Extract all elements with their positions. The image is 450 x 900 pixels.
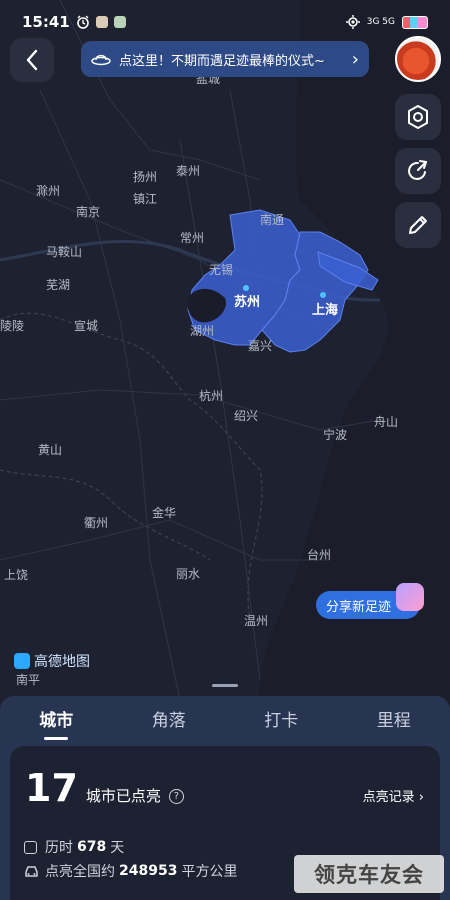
help-icon[interactable]: ? <box>168 789 184 804</box>
share-button[interactable] <box>395 148 441 194</box>
city-label: 镇江 <box>133 192 158 206</box>
amap-logo: 高德地图 <box>14 651 90 671</box>
duration-value: 678 <box>77 839 107 855</box>
area-value: 248953 <box>119 863 178 879</box>
lit-city-label: 上海 <box>312 303 339 318</box>
city-count: 17 <box>25 766 78 810</box>
city-label: 陵陵 <box>0 319 25 333</box>
back-button[interactable] <box>10 38 54 82</box>
city-label: 常州 <box>180 231 205 245</box>
city-label: 马鞍山 <box>46 245 83 259</box>
location-icon <box>345 15 360 29</box>
city-label: 绍兴 <box>234 409 259 423</box>
chevron-left-icon <box>26 49 38 71</box>
banner-text: 点这里！不期而遇足迹最棒的仪式~ <box>119 53 325 69</box>
duration-prefix: 历时 <box>45 840 73 856</box>
city-label: 丽水 <box>176 567 201 581</box>
checkbox-icon <box>24 840 37 854</box>
city-label: 宣城 <box>74 319 99 333</box>
city-label: 温州 <box>244 614 269 628</box>
edit-button[interactable] <box>395 202 441 248</box>
city-label: 宁波 <box>323 428 348 442</box>
area-unit: 平方公里 <box>181 864 238 880</box>
city-label: 芜湖 <box>46 278 71 292</box>
notification-icon <box>113 16 126 28</box>
duration-unit: 天 <box>110 840 125 856</box>
city-label: 无锡 <box>209 263 234 277</box>
city-label: 滁州 <box>36 184 61 198</box>
amap-logo-text: 高德地图 <box>34 654 90 670</box>
city-label: 泰州 <box>176 164 201 178</box>
duration-stat: 历时 678 天 <box>24 837 124 857</box>
gear-icon <box>408 105 428 129</box>
network-indicator: 3G 5G <box>366 17 395 27</box>
city-label: 舟山 <box>374 415 399 429</box>
tab-cities[interactable]: 城市 <box>0 696 113 746</box>
city-label: 南通 <box>260 213 285 227</box>
city-label: 上饶 <box>4 568 29 582</box>
city-label: 杭州 <box>199 389 224 403</box>
share-icon <box>408 160 427 180</box>
share-footprint-button[interactable]: 分享新足迹 <box>316 583 424 619</box>
avatar[interactable] <box>395 36 441 82</box>
city-count-label: 城市已点亮 <box>85 787 161 805</box>
promo-banner[interactable]: 点这里！不期而遇足迹最棒的仪式~ › <box>81 41 369 77</box>
light-record-link[interactable]: 点亮记录 › <box>363 786 424 805</box>
battery-icon <box>402 15 428 29</box>
lit-city-label: 苏州 <box>234 295 261 310</box>
share-footprint-label: 分享新足迹 <box>326 599 392 615</box>
tab-checkin[interactable]: 打卡 <box>225 696 338 746</box>
area-prefix: 点亮全国约 <box>45 864 115 880</box>
settings-button[interactable] <box>395 94 441 140</box>
ufo-icon <box>91 54 111 66</box>
city-label: 衢州 <box>84 516 109 530</box>
car-icon <box>25 865 38 877</box>
city-label: 扬州 <box>133 170 158 184</box>
notification-icon <box>95 16 108 28</box>
tab-corners[interactable]: 角落 <box>113 696 226 746</box>
city-label: 南平 <box>16 673 41 687</box>
tab-bar: 城市 角落 打卡 里程 <box>0 696 450 746</box>
map-scale-bar <box>212 684 238 687</box>
tab-mileage[interactable]: 里程 <box>338 696 450 746</box>
city-label: 台州 <box>307 548 332 562</box>
area-stat: 点亮全国约 248953 平方公里 <box>24 861 237 881</box>
victory-hand-icon <box>396 583 424 611</box>
watermark: 领克车友会 <box>294 855 444 893</box>
pencil-icon <box>409 216 427 234</box>
city-label: 湖州 <box>190 324 215 338</box>
amap-logo-icon <box>14 653 30 669</box>
lit-city-dot <box>320 292 326 298</box>
alarm-icon <box>76 15 89 29</box>
city-label: 金华 <box>152 506 177 520</box>
chevron-right-icon: › <box>351 48 359 70</box>
city-label: 嘉兴 <box>248 339 273 353</box>
city-label: 南京 <box>76 205 101 219</box>
status-time: 15:41 <box>22 13 70 31</box>
status-bar: 15:41 3G 5G <box>0 0 450 44</box>
city-label: 黄山 <box>38 443 63 457</box>
